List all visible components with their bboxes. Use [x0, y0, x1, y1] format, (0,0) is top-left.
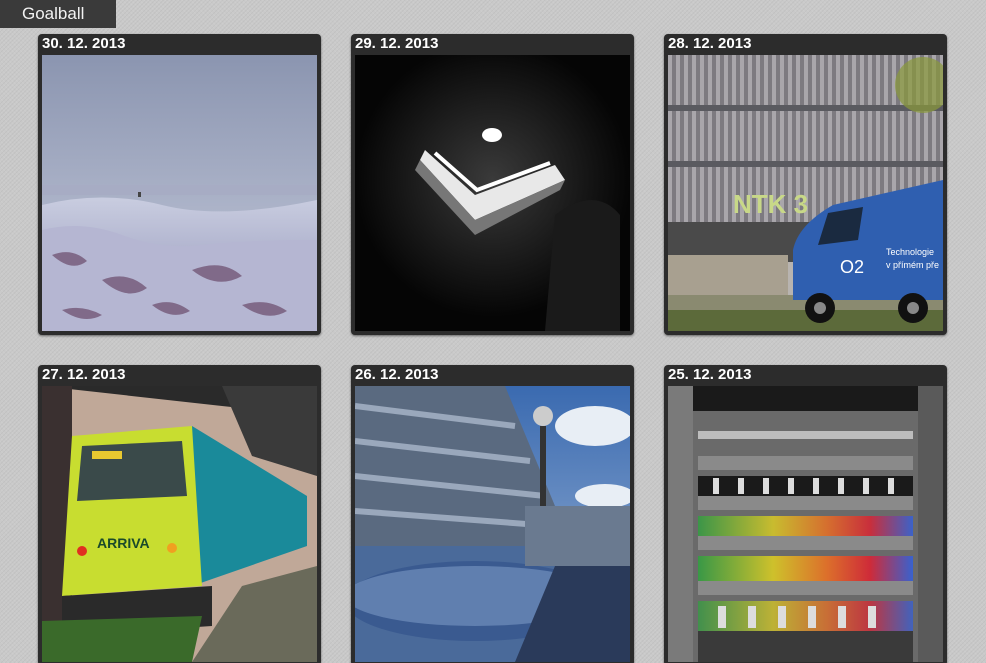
- train-logo: ARRIVA: [97, 535, 150, 551]
- photo-date: 29. 12. 2013: [355, 35, 439, 52]
- photo-date: 26. 12. 2013: [355, 366, 439, 383]
- photo-card[interactable]: 25. 12. 2013: [664, 365, 947, 663]
- photo-server-racks[interactable]: [668, 386, 943, 662]
- gallery-page: Goalball 30. 12. 2013 29. 12. 2013 28. 1…: [0, 0, 986, 663]
- van-text-line-2: v přímém pře: [886, 260, 939, 270]
- photo-date: 30. 12. 2013: [42, 35, 126, 52]
- photo-industrial-pipes[interactable]: [355, 386, 630, 662]
- photo-train[interactable]: ARRIVA: [42, 386, 317, 662]
- photo-card[interactable]: 30. 12. 2013: [38, 34, 321, 335]
- van-text-line-1: Technologie: [886, 247, 934, 257]
- photo-date: 27. 12. 2013: [42, 366, 126, 383]
- photo-snowy-field[interactable]: [42, 55, 317, 331]
- gallery-title[interactable]: Goalball: [0, 0, 116, 28]
- photo-date: 28. 12. 2013: [668, 35, 752, 52]
- photo-building-with-van[interactable]: NTK 3 O2 Technologie v přímém pře: [668, 55, 943, 331]
- photo-date: 25. 12. 2013: [668, 366, 752, 383]
- building-sign: NTK 3: [733, 189, 808, 219]
- photo-card[interactable]: 26. 12. 2013: [351, 365, 634, 663]
- photo-dark-light-fixture[interactable]: [355, 55, 630, 331]
- photo-card[interactable]: 29. 12. 2013: [351, 34, 634, 335]
- van-logo: O2: [840, 257, 864, 277]
- photo-card[interactable]: 27. 12. 2013 ARRIVA: [38, 365, 321, 663]
- photo-card[interactable]: 28. 12. 2013 NTK 3 O2 Technologie v přím…: [664, 34, 947, 335]
